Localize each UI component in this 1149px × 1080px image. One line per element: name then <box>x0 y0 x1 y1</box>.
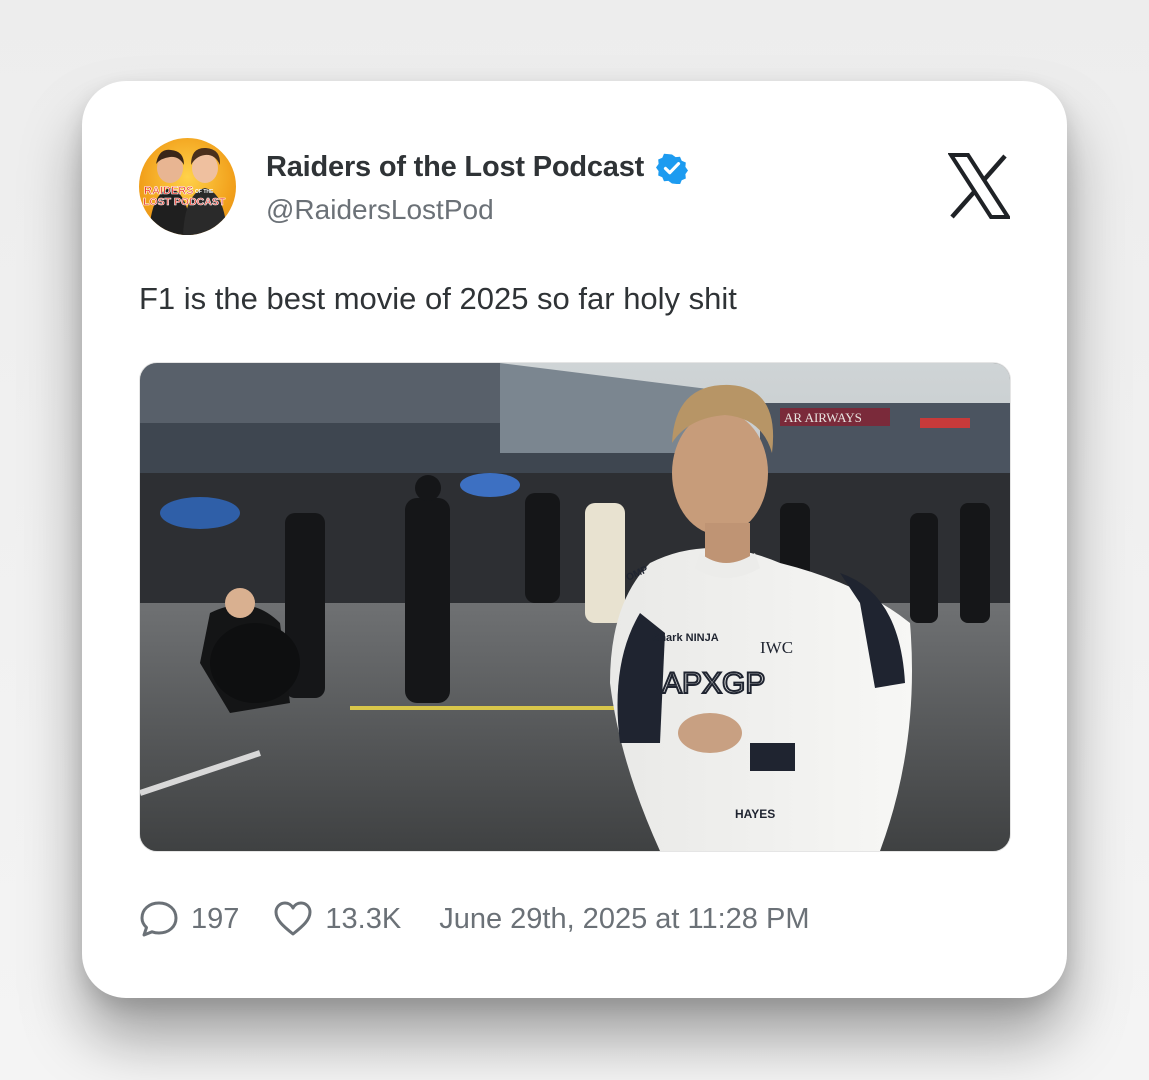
author-name[interactable]: Raiders of the Lost Podcast <box>266 151 644 184</box>
tweet-photo[interactable]: AR AIRWAYS Shark NINJA IWC APXGP HAYES O… <box>139 362 1011 852</box>
suit-label-hayes: HAYES <box>735 807 775 821</box>
author-handle[interactable]: @RaidersLostPod <box>266 194 494 226</box>
author-avatar[interactable]: RAIDERS OF THE LOST PODCAST <box>139 138 236 235</box>
tweet-text: F1 is the best movie of 2025 so far holy… <box>139 281 737 316</box>
reply-button[interactable]: 197 <box>139 899 239 939</box>
logo-text-lost-podcast: LOST PODCAST <box>143 196 226 208</box>
author-name-row[interactable]: Raiders of the Lost Podcast <box>266 151 689 184</box>
tweet-footer: 197 13.3K June 29th, 2025 at 11:28 PM <box>139 899 809 939</box>
heart-icon <box>273 899 313 939</box>
verified-badge-icon <box>656 152 689 184</box>
comment-icon <box>139 899 179 939</box>
like-count: 13.3K <box>325 902 402 935</box>
suit-label-shark: Shark NINJA <box>652 632 719 644</box>
tweet-timestamp[interactable]: June 29th, 2025 at 11:28 PM <box>439 903 809 936</box>
suit-label-apxgp: APXGP <box>662 667 765 700</box>
banner-text: AR AIRWAYS <box>784 410 862 425</box>
suit-label-iwc: IWC <box>760 638 793 657</box>
reply-count: 197 <box>191 902 240 935</box>
logo-text-of-the: OF THE <box>195 189 214 195</box>
like-button[interactable]: 13.3K <box>273 899 401 939</box>
podcast-logo-image: RAIDERS OF THE LOST PODCAST <box>143 147 227 235</box>
race-grid-photo: AR AIRWAYS Shark NINJA IWC APXGP HAYES O… <box>140 363 1010 851</box>
tweet-card: RAIDERS OF THE LOST PODCAST Raiders of t… <box>82 81 1067 998</box>
x-logo-icon[interactable] <box>947 153 1012 219</box>
